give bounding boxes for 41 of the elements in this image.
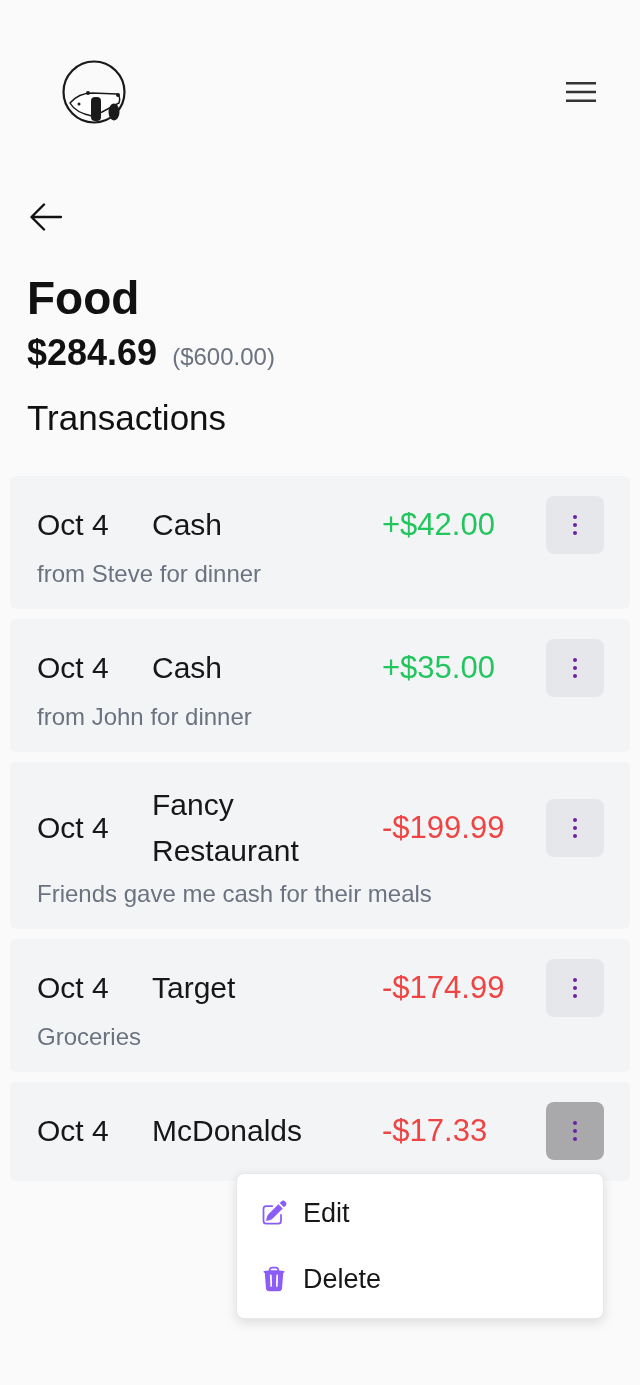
transaction-name: Fancy Restaurant	[152, 787, 300, 869]
vertical-dots-icon	[573, 818, 577, 838]
transaction-name: Target	[152, 970, 237, 1006]
transaction-note: Groceries	[37, 1023, 143, 1051]
more-options-button[interactable]	[546, 639, 604, 697]
menu-item[interactable]: Delete	[237, 1246, 603, 1312]
vertical-dots-icon	[573, 1121, 577, 1141]
pencil-square-icon	[260, 1199, 288, 1227]
transaction-name: Cash	[152, 650, 224, 686]
transaction-amount: -$174.99	[382, 970, 505, 1005]
transaction-name: Cash	[152, 507, 224, 543]
menu-icon	[566, 82, 596, 102]
vertical-dots-icon	[573, 658, 577, 678]
more-options-button[interactable]	[546, 959, 604, 1017]
section-title: Transactions	[27, 398, 228, 438]
transaction-amount: +$42.00	[382, 507, 495, 542]
menu-button[interactable]	[566, 82, 596, 102]
transaction-amount: -$17.33	[382, 1113, 488, 1148]
spent-amount: $284.69	[27, 333, 158, 373]
menu-item[interactable]: Edit	[237, 1180, 603, 1246]
vertical-dots-icon	[573, 515, 577, 535]
budget-amount: ($600.00)	[172, 342, 275, 372]
more-options-button[interactable]	[546, 496, 604, 554]
transaction-date: Oct 4	[37, 810, 110, 846]
transaction-note: from Steve for dinner	[37, 560, 263, 588]
transaction-note: from John for dinner	[37, 703, 253, 731]
transaction-date: Oct 4	[37, 1113, 110, 1149]
transaction-date: Oct 4	[37, 507, 110, 543]
vertical-dots-icon	[573, 978, 577, 998]
transaction-date: Oct 4	[37, 650, 110, 686]
transaction-note: Friends gave me cash for their meals	[37, 880, 433, 908]
logo-icon	[62, 60, 126, 124]
back-arrow-icon	[30, 203, 62, 231]
more-options-button[interactable]	[546, 1102, 604, 1160]
transaction-amount: -$199.99	[382, 810, 505, 845]
transaction-amount: +$35.00	[382, 650, 495, 685]
transaction-date: Oct 4	[37, 970, 110, 1006]
page-title: Food	[27, 271, 141, 325]
transaction-name: McDonalds	[152, 1113, 304, 1149]
back-button[interactable]	[30, 203, 62, 231]
more-options-button[interactable]	[546, 799, 604, 857]
